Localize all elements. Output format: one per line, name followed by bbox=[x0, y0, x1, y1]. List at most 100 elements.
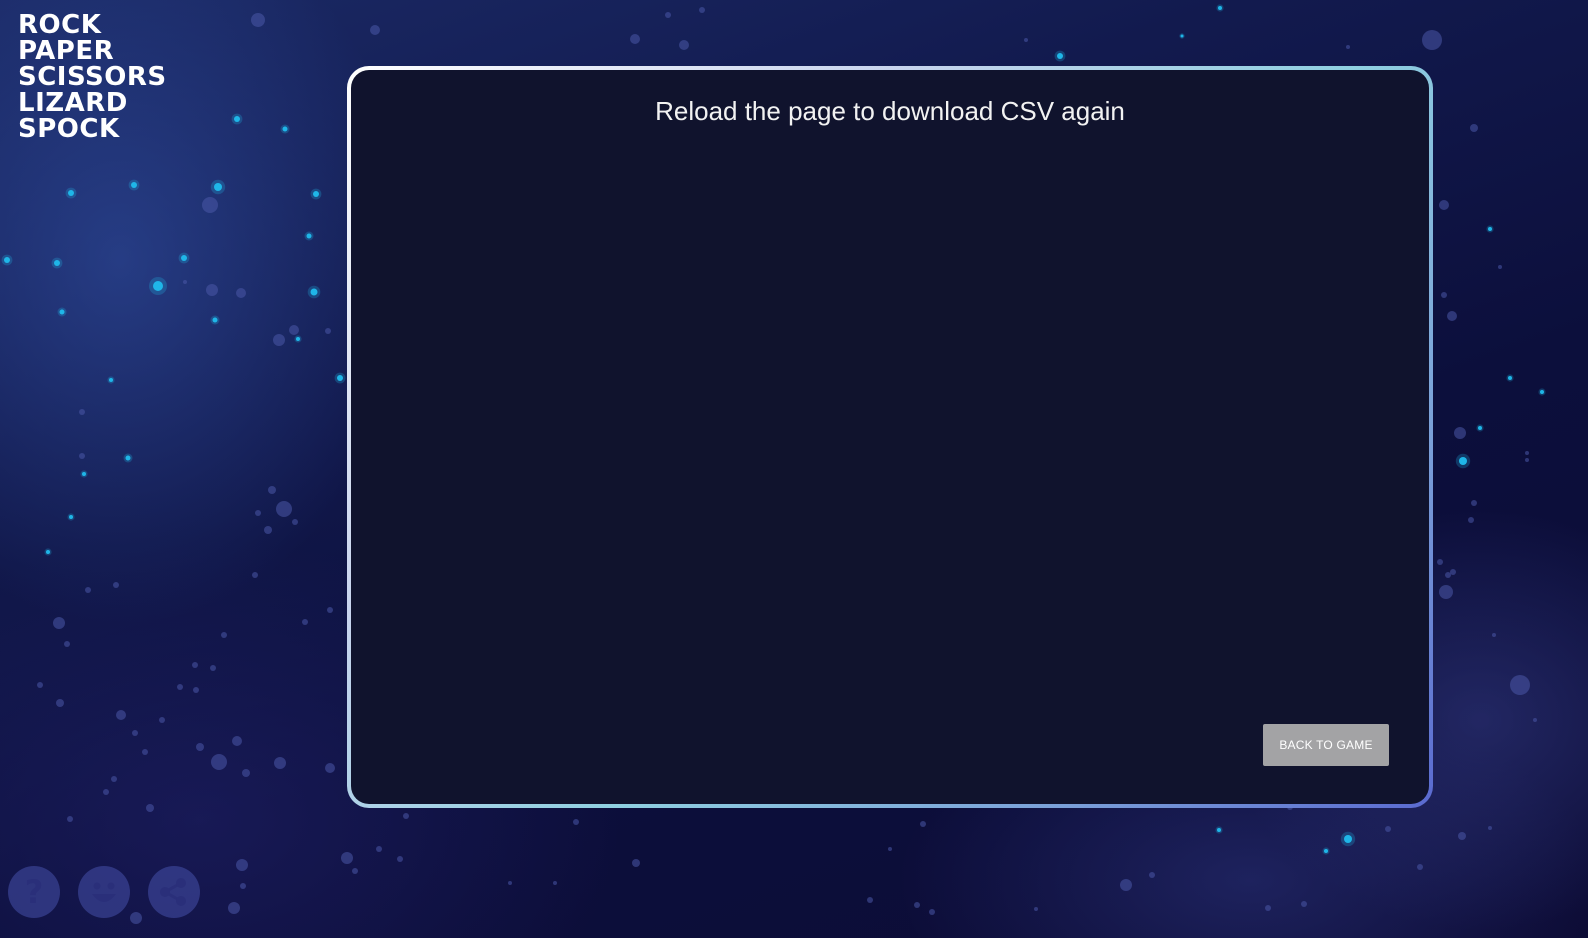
background-star bbox=[64, 641, 70, 647]
background-star bbox=[130, 912, 142, 924]
bright-star bbox=[1459, 457, 1467, 465]
share-button[interactable] bbox=[148, 866, 200, 918]
background-star bbox=[273, 334, 285, 346]
background-star bbox=[573, 819, 579, 825]
background-star bbox=[1454, 427, 1466, 439]
background-star bbox=[665, 12, 671, 18]
background-star bbox=[211, 754, 227, 770]
help-icon: ? bbox=[25, 873, 44, 911]
background-star bbox=[1525, 451, 1529, 455]
bright-star bbox=[1180, 34, 1184, 38]
background-star bbox=[370, 25, 380, 35]
background-star bbox=[1470, 124, 1478, 132]
background-star bbox=[920, 821, 926, 827]
csv-download-panel: Reload the page to download CSV again BA… bbox=[347, 66, 1433, 808]
background-star bbox=[699, 7, 705, 13]
background-star bbox=[1450, 569, 1456, 575]
background-star bbox=[1471, 500, 1477, 506]
smiley-icon bbox=[92, 882, 116, 902]
background-star bbox=[376, 846, 382, 852]
bright-star bbox=[4, 257, 10, 263]
bright-star bbox=[310, 288, 318, 296]
background-star bbox=[132, 730, 138, 736]
background-star bbox=[1024, 38, 1028, 42]
background-star bbox=[79, 409, 85, 415]
background-star bbox=[679, 40, 689, 50]
background-star bbox=[255, 510, 261, 516]
background-star bbox=[159, 717, 165, 723]
background-star bbox=[867, 897, 873, 903]
background-star bbox=[1441, 292, 1447, 298]
background-star bbox=[206, 284, 218, 296]
bright-star bbox=[69, 515, 73, 519]
background-star bbox=[85, 587, 91, 593]
logo-line-spock: SPOCK bbox=[18, 114, 120, 144]
background-star bbox=[508, 881, 512, 885]
logo-line-paper: PAPER bbox=[18, 36, 115, 66]
background-star bbox=[403, 813, 409, 819]
background-star bbox=[236, 859, 248, 871]
background-star bbox=[929, 909, 935, 915]
background-star bbox=[352, 868, 358, 874]
background-star bbox=[202, 197, 218, 213]
background-star bbox=[53, 617, 65, 629]
background-star bbox=[1417, 864, 1423, 870]
background-star bbox=[1439, 200, 1449, 210]
logo-line-rock: ROCK bbox=[18, 10, 102, 40]
bright-star bbox=[54, 260, 60, 266]
background-star bbox=[264, 526, 272, 534]
background-star bbox=[196, 743, 204, 751]
background-star bbox=[274, 757, 286, 769]
bright-star bbox=[1217, 828, 1221, 832]
background-star bbox=[914, 902, 920, 908]
background-star bbox=[183, 280, 187, 284]
bright-star bbox=[1508, 376, 1512, 380]
background-star bbox=[236, 288, 246, 298]
bright-star bbox=[1218, 6, 1222, 10]
bright-star bbox=[1488, 227, 1492, 231]
bright-star bbox=[59, 309, 65, 315]
help-button[interactable]: ? bbox=[8, 866, 60, 918]
background-star bbox=[397, 856, 403, 862]
svg-text:?: ? bbox=[25, 873, 44, 911]
background-star bbox=[1149, 872, 1155, 878]
bright-star bbox=[296, 337, 300, 341]
back-to-game-button[interactable]: BACK TO GAME bbox=[1263, 724, 1389, 766]
bright-star bbox=[82, 472, 86, 476]
background-star bbox=[1498, 265, 1502, 269]
background-star bbox=[1385, 826, 1391, 832]
background-star bbox=[1422, 30, 1442, 50]
background-star bbox=[221, 632, 227, 638]
logo-line-scissors: SCISSORS bbox=[18, 62, 167, 92]
background-star bbox=[210, 665, 216, 671]
bright-star bbox=[306, 233, 312, 239]
bright-star bbox=[234, 116, 240, 122]
background-star bbox=[1034, 907, 1038, 911]
background-star bbox=[268, 486, 276, 494]
bright-star bbox=[337, 375, 343, 381]
background-star bbox=[67, 816, 73, 822]
background-star bbox=[142, 749, 148, 755]
panel-body: Reload the page to download CSV again BA… bbox=[351, 70, 1429, 804]
background-star bbox=[240, 883, 246, 889]
background-star bbox=[1458, 832, 1466, 840]
background-star bbox=[111, 776, 117, 782]
bright-star bbox=[125, 455, 131, 461]
bright-star bbox=[109, 378, 113, 382]
bright-star bbox=[68, 190, 74, 196]
background-star bbox=[1445, 572, 1451, 578]
bright-star bbox=[313, 191, 319, 197]
background-star bbox=[289, 325, 299, 335]
background-star bbox=[1488, 826, 1492, 830]
background-star bbox=[1492, 633, 1496, 637]
background-star bbox=[146, 804, 154, 812]
background-star bbox=[1533, 718, 1537, 722]
background-star bbox=[192, 662, 198, 668]
background-star bbox=[553, 881, 557, 885]
background-star bbox=[1301, 901, 1307, 907]
background-star bbox=[177, 684, 183, 690]
feedback-button[interactable] bbox=[78, 866, 130, 918]
bright-star bbox=[46, 550, 50, 554]
background-star bbox=[632, 859, 640, 867]
background-star bbox=[630, 34, 640, 44]
